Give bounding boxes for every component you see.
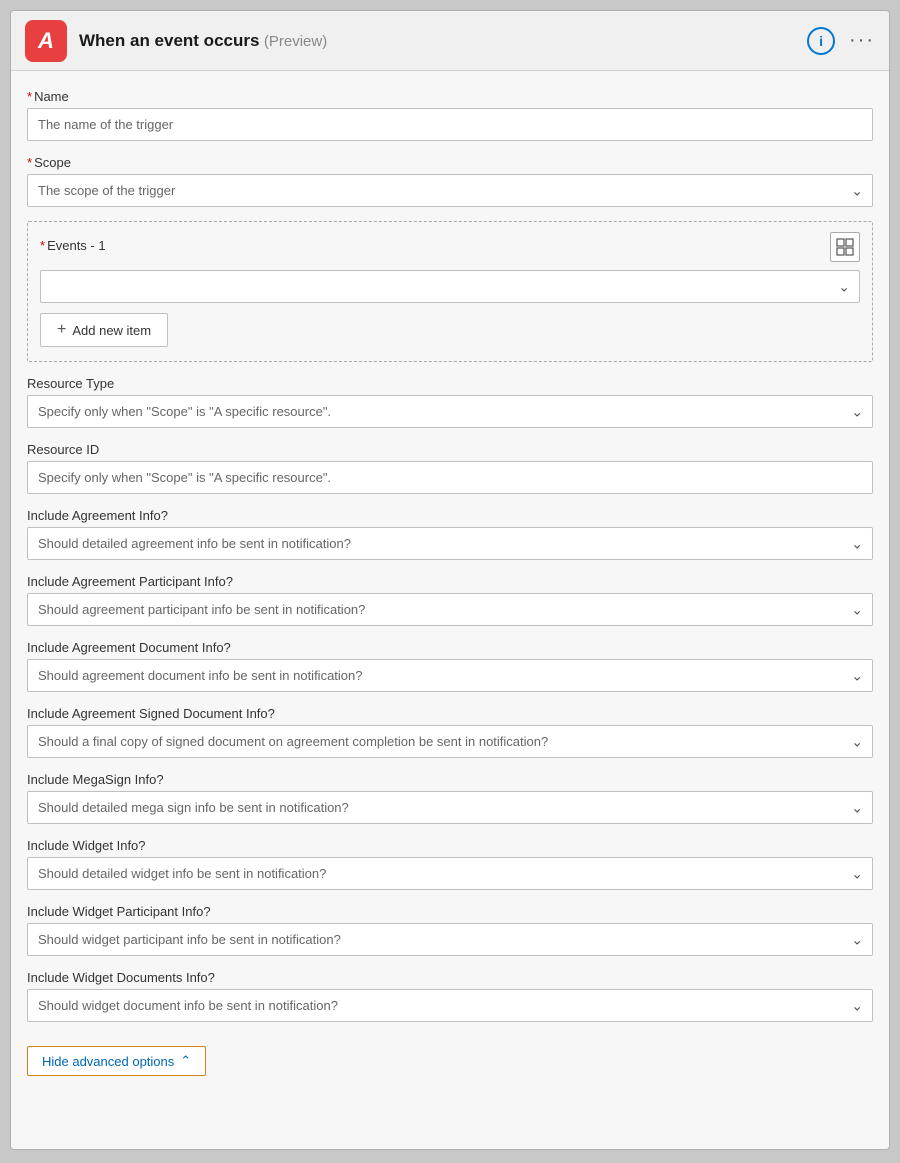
hide-advanced-label: Hide advanced options <box>42 1054 174 1069</box>
include-megasign-info-select[interactable]: Should detailed mega sign info be sent i… <box>27 791 873 824</box>
adobe-logo: A <box>25 20 67 62</box>
include-megasign-info-select-wrapper: Should detailed mega sign info be sent i… <box>27 791 873 824</box>
info-button[interactable]: i <box>807 27 835 55</box>
include-widget-documents-info-select-wrapper: Should widget document info be sent in n… <box>27 989 873 1022</box>
adobe-icon: A <box>38 28 54 54</box>
name-required-star: * <box>27 89 32 104</box>
preview-badge: (Preview) <box>264 33 327 50</box>
include-widget-participant-info-select[interactable]: Should widget participant info be sent i… <box>27 923 873 956</box>
include-agreement-info-label: Include Agreement Info? <box>27 508 873 523</box>
resource-type-field-group: Resource Type Specify only when "Scope" … <box>27 376 873 428</box>
name-input[interactable] <box>27 108 873 141</box>
include-agreement-participant-info-select-wrapper: Should agreement participant info be sen… <box>27 593 873 626</box>
include-widget-participant-info-select-wrapper: Should widget participant info be sent i… <box>27 923 873 956</box>
include-widget-documents-info-label: Include Widget Documents Info? <box>27 970 873 985</box>
card-content: * Name * Scope The scope of the trigger … <box>11 71 889 1092</box>
chevron-up-icon: ⌃ <box>180 1053 191 1069</box>
resource-id-input[interactable] <box>27 461 873 494</box>
resource-id-label: Resource ID <box>27 442 873 457</box>
scope-select[interactable]: The scope of the trigger <box>27 174 873 207</box>
hide-advanced-options-button[interactable]: Hide advanced options ⌃ <box>27 1046 206 1076</box>
resource-id-field-group: Resource ID <box>27 442 873 494</box>
events-label: * Events - 1 <box>40 238 106 253</box>
include-agreement-signed-document-info-group: Include Agreement Signed Document Info? … <box>27 706 873 758</box>
include-agreement-document-info-label: Include Agreement Document Info? <box>27 640 873 655</box>
resource-type-select[interactable]: Specify only when "Scope" is "A specific… <box>27 395 873 428</box>
scope-label: * Scope <box>27 155 873 170</box>
include-widget-documents-info-select[interactable]: Should widget document info be sent in n… <box>27 989 873 1022</box>
include-megasign-info-label: Include MegaSign Info? <box>27 772 873 787</box>
card-title: When an event occurs <box>79 31 259 50</box>
include-megasign-info-group: Include MegaSign Info? Should detailed m… <box>27 772 873 824</box>
resource-type-select-wrapper: Specify only when "Scope" is "A specific… <box>27 395 873 428</box>
events-section: * Events - 1 ⌄ + <box>27 221 873 362</box>
scope-select-wrapper: The scope of the trigger ⌄ <box>27 174 873 207</box>
include-agreement-document-info-group: Include Agreement Document Info? Should … <box>27 640 873 692</box>
include-widget-info-select[interactable]: Should detailed widget info be sent in n… <box>27 857 873 890</box>
name-field-group: * Name <box>27 89 873 141</box>
resource-type-label: Resource Type <box>27 376 873 391</box>
events-header: * Events - 1 <box>40 232 860 262</box>
include-agreement-document-info-select[interactable]: Should agreement document info be sent i… <box>27 659 873 692</box>
include-widget-participant-info-group: Include Widget Participant Info? Should … <box>27 904 873 956</box>
include-widget-info-label: Include Widget Info? <box>27 838 873 853</box>
events-required-star: * <box>40 238 45 253</box>
include-agreement-info-group: Include Agreement Info? Should detailed … <box>27 508 873 560</box>
events-select[interactable] <box>40 270 860 303</box>
include-agreement-document-info-select-wrapper: Should agreement document info be sent i… <box>27 659 873 692</box>
grid-icon <box>836 238 854 256</box>
plus-icon: + <box>57 321 66 339</box>
include-widget-info-select-wrapper: Should detailed widget info be sent in n… <box>27 857 873 890</box>
include-agreement-participant-info-label: Include Agreement Participant Info? <box>27 574 873 589</box>
scope-required-star: * <box>27 155 32 170</box>
include-agreement-participant-info-select[interactable]: Should agreement participant info be sen… <box>27 593 873 626</box>
grid-view-button[interactable] <box>830 232 860 262</box>
include-agreement-participant-info-group: Include Agreement Participant Info? Shou… <box>27 574 873 626</box>
scope-field-group: * Scope The scope of the trigger ⌄ <box>27 155 873 207</box>
include-agreement-signed-document-info-select-wrapper: Should a final copy of signed document o… <box>27 725 873 758</box>
header-actions: i ··· <box>807 27 875 55</box>
header-left: A When an event occurs (Preview) <box>25 20 327 62</box>
card-header: A When an event occurs (Preview) i ··· <box>11 11 889 71</box>
include-agreement-info-select[interactable]: Should detailed agreement info be sent i… <box>27 527 873 560</box>
include-agreement-signed-document-info-label: Include Agreement Signed Document Info? <box>27 706 873 721</box>
include-agreement-info-select-wrapper: Should detailed agreement info be sent i… <box>27 527 873 560</box>
trigger-card: A When an event occurs (Preview) i ··· *… <box>10 10 890 1150</box>
more-options-button[interactable]: ··· <box>849 29 875 52</box>
include-widget-documents-info-group: Include Widget Documents Info? Should wi… <box>27 970 873 1022</box>
name-label: * Name <box>27 89 873 104</box>
add-new-item-button[interactable]: + Add new item <box>40 313 168 347</box>
include-widget-participant-info-label: Include Widget Participant Info? <box>27 904 873 919</box>
include-widget-info-group: Include Widget Info? Should detailed wid… <box>27 838 873 890</box>
events-select-wrapper: ⌄ <box>40 270 860 303</box>
include-agreement-signed-document-info-select[interactable]: Should a final copy of signed document o… <box>27 725 873 758</box>
